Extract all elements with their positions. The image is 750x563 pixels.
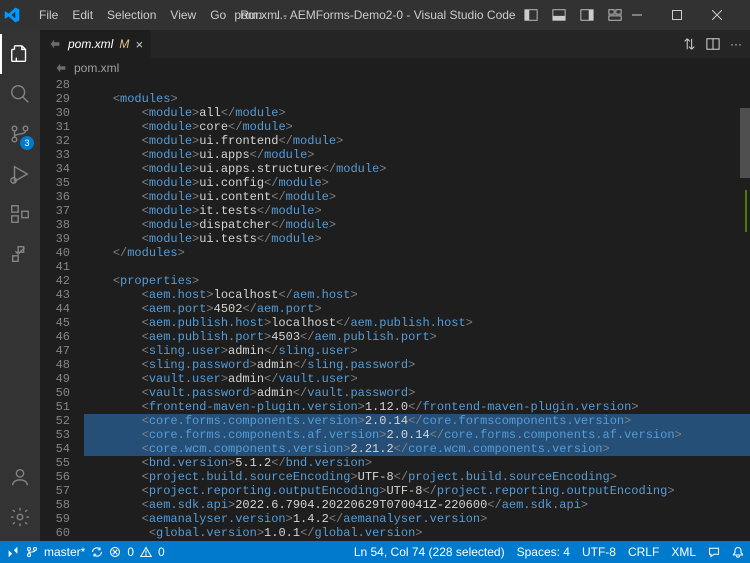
window-maximize-icon[interactable] bbox=[672, 10, 706, 20]
split-editor-icon[interactable] bbox=[706, 37, 720, 51]
sync-icon[interactable] bbox=[91, 546, 103, 558]
code-content[interactable]: <modules> <module>all</module> <module>c… bbox=[84, 78, 750, 541]
window-close-icon[interactable] bbox=[712, 10, 746, 20]
breadcrumb[interactable]: pom.xml bbox=[40, 58, 750, 78]
scm-badge: 3 bbox=[20, 136, 34, 150]
compare-changes-icon[interactable] bbox=[682, 37, 696, 51]
activity-run-debug-icon[interactable] bbox=[0, 154, 40, 194]
error-count: 0 bbox=[127, 545, 134, 559]
toggle-panel-icon[interactable] bbox=[548, 4, 570, 26]
remote-indicator-icon[interactable] bbox=[6, 545, 20, 559]
activity-testing-icon[interactable] bbox=[0, 234, 40, 274]
customize-layout-icon[interactable] bbox=[604, 4, 626, 26]
change-indicator bbox=[745, 190, 747, 232]
menu-view[interactable]: View bbox=[163, 8, 203, 22]
tab-filename: pom.xml bbox=[68, 37, 113, 51]
activity-source-control-icon[interactable]: 3 bbox=[0, 114, 40, 154]
menu-file[interactable]: File bbox=[32, 8, 65, 22]
cursor-position[interactable]: Ln 54, Col 74 (228 selected) bbox=[354, 545, 505, 559]
menu-overflow-icon[interactable]: … bbox=[269, 8, 293, 22]
xml-file-icon bbox=[54, 61, 68, 75]
menu-selection[interactable]: Selection bbox=[100, 8, 163, 22]
feedback-icon[interactable] bbox=[708, 546, 720, 558]
toggle-primary-sidebar-icon[interactable] bbox=[520, 4, 542, 26]
status-bar: master* 0 0 Ln 54, Col 74 (228 selected)… bbox=[0, 541, 750, 563]
branch-name[interactable]: master* bbox=[44, 545, 85, 559]
activity-bar: 3 bbox=[0, 30, 40, 541]
encoding[interactable]: UTF-8 bbox=[582, 545, 616, 559]
error-icon[interactable] bbox=[109, 546, 121, 558]
warning-count: 0 bbox=[158, 545, 165, 559]
menu-run[interactable]: Run bbox=[233, 8, 269, 22]
activity-search-icon[interactable] bbox=[0, 74, 40, 114]
tab-pom-xml[interactable]: pom.xml M × bbox=[40, 30, 152, 58]
activity-extensions-icon[interactable] bbox=[0, 194, 40, 234]
language-mode[interactable]: XML bbox=[671, 545, 696, 559]
activity-explorer-icon[interactable] bbox=[0, 34, 40, 74]
scrollbar-thumb[interactable] bbox=[740, 108, 750, 178]
line-number-gutter: 2829303132333435363738394041424344454647… bbox=[40, 78, 80, 541]
indentation[interactable]: Spaces: 4 bbox=[517, 545, 570, 559]
notifications-icon[interactable] bbox=[732, 546, 744, 558]
xml-file-icon bbox=[48, 37, 62, 51]
window-minimize-icon[interactable] bbox=[632, 10, 666, 20]
warning-icon[interactable] bbox=[140, 546, 152, 558]
tab-modified-indicator: M bbox=[119, 37, 129, 51]
more-actions-icon[interactable]: ··· bbox=[730, 37, 742, 51]
branch-icon[interactable] bbox=[26, 546, 38, 558]
toggle-secondary-sidebar-icon[interactable] bbox=[576, 4, 598, 26]
activity-settings-icon[interactable] bbox=[0, 497, 40, 537]
activity-accounts-icon[interactable] bbox=[0, 457, 40, 497]
tab-close-icon[interactable]: × bbox=[135, 37, 143, 52]
menu-edit[interactable]: Edit bbox=[65, 8, 100, 22]
editor-tabs: pom.xml M × ··· bbox=[40, 30, 750, 58]
vscode-logo-icon bbox=[4, 7, 32, 23]
breadcrumb-file: pom.xml bbox=[74, 61, 119, 75]
eol[interactable]: CRLF bbox=[628, 545, 659, 559]
menu-go[interactable]: Go bbox=[203, 8, 233, 22]
code-editor[interactable]: 2829303132333435363738394041424344454647… bbox=[40, 78, 750, 541]
vertical-scrollbar[interactable] bbox=[740, 78, 750, 541]
menu-bar: File Edit Selection View Go Run … pom.xm… bbox=[0, 0, 750, 30]
